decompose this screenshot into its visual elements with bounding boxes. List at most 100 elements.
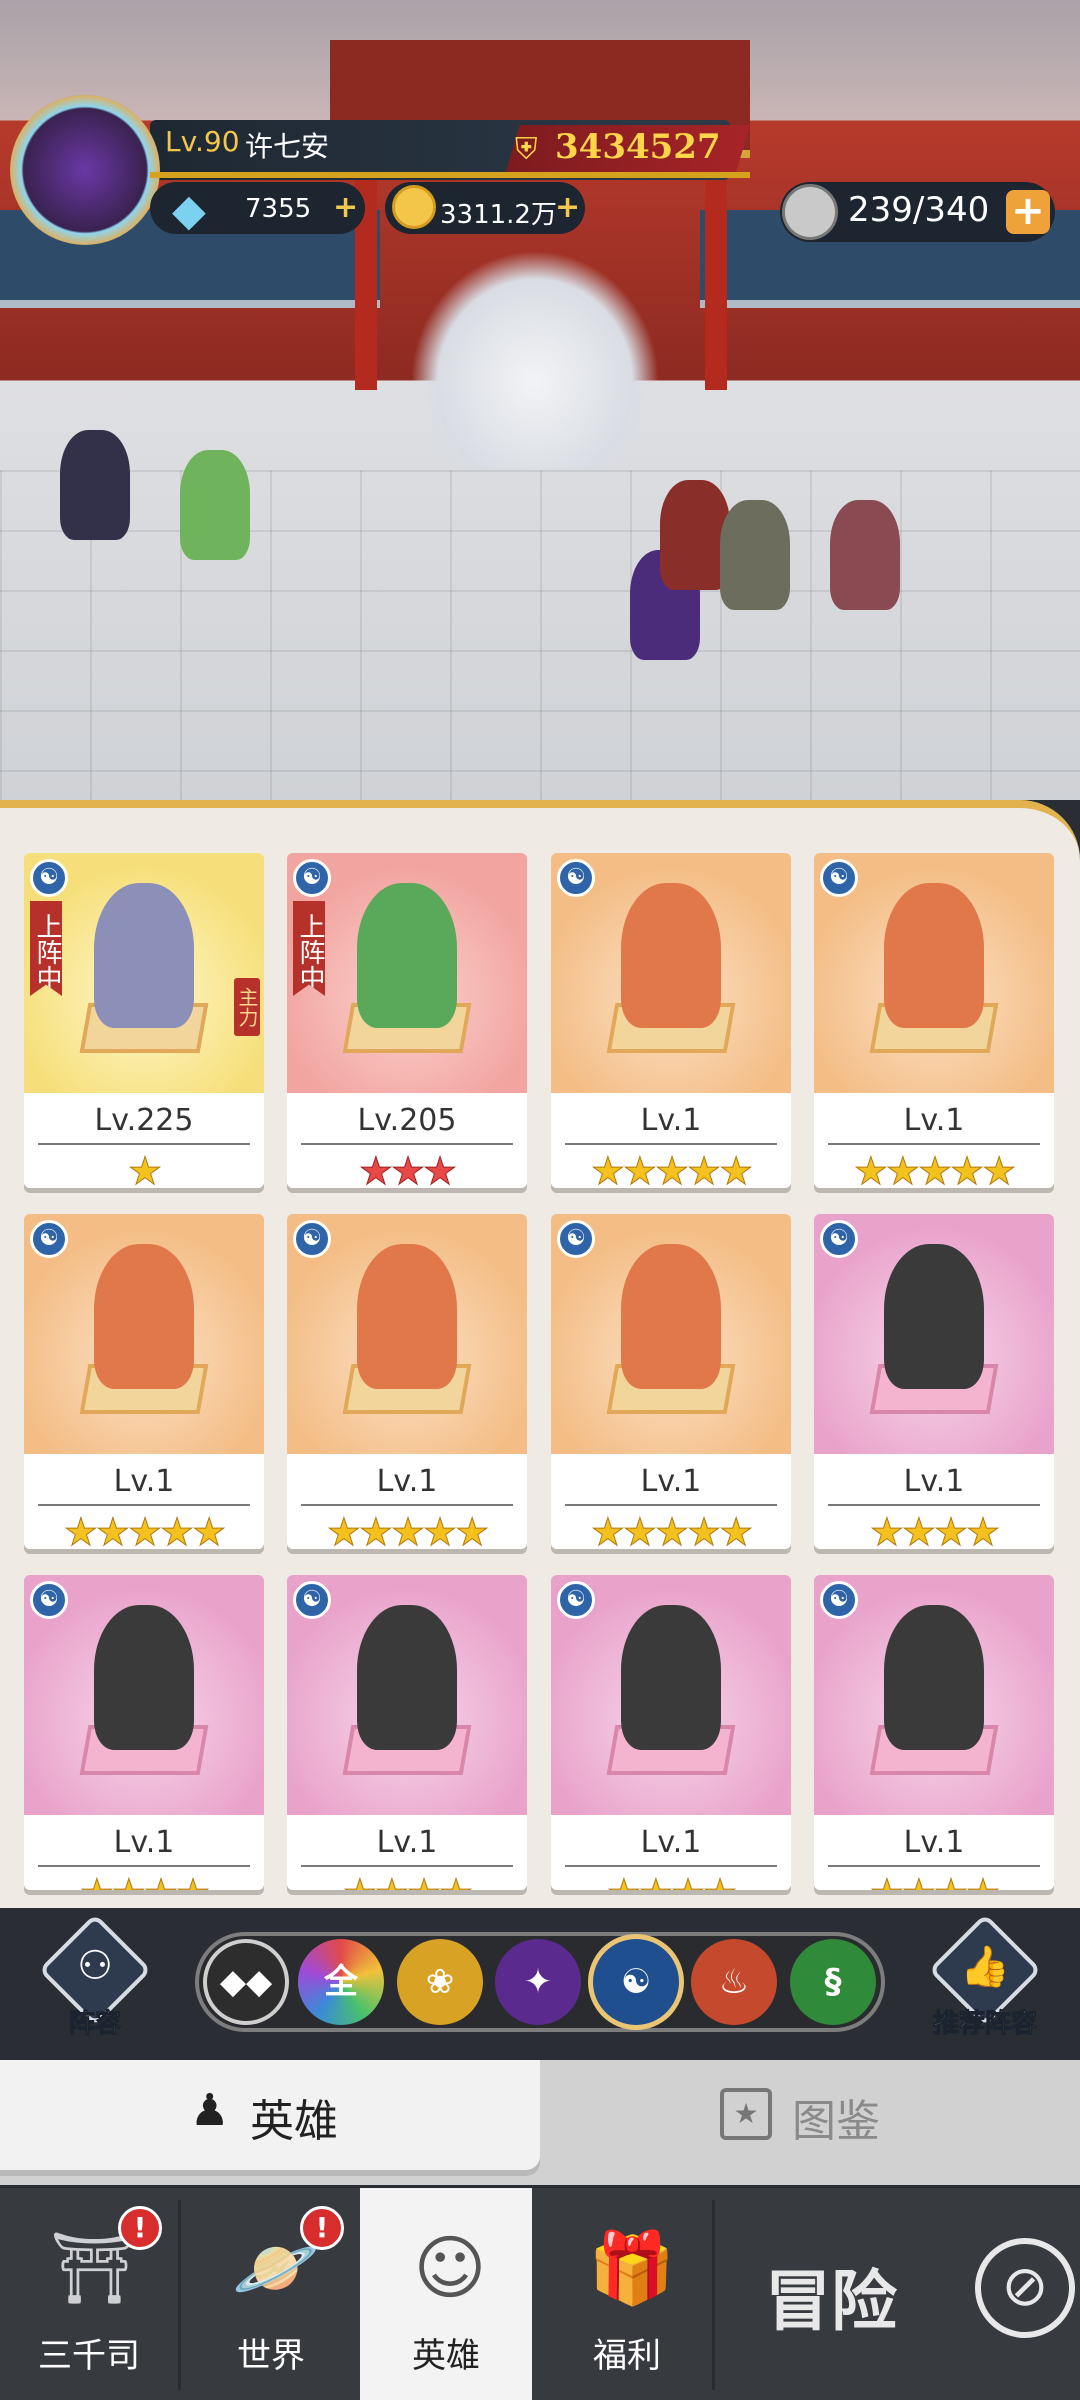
nav-heroes[interactable]: ☺ 英雄 <box>360 2188 532 2400</box>
formation-button[interactable]: ⚇ 阵容 <box>38 1913 152 2040</box>
hero-portrait <box>621 1244 721 1389</box>
hero-card[interactable]: ☯ Lv.1 ★★★★ <box>287 1575 527 1890</box>
nav-world[interactable]: 🪐 ! 世界 <box>182 2188 360 2400</box>
hero-portrait <box>357 883 457 1028</box>
hero-portrait <box>94 1605 194 1750</box>
tab-heroes-label: 英雄 <box>250 2096 338 2147</box>
hero-level: Lv.1 <box>903 1825 965 1860</box>
combat-power: 3434527 <box>555 127 721 167</box>
divider <box>38 1143 250 1145</box>
nav-welfare-label: 福利 <box>593 2336 661 2376</box>
formation-glyph-icon: ⚇ <box>77 1943 113 1989</box>
water-element-icon: ☯ <box>293 1220 331 1258</box>
hero-stars: ★★★★ <box>869 1510 1000 1550</box>
nav-world-label: 世界 <box>237 2336 305 2376</box>
hero-portrait <box>884 883 984 1028</box>
filter-wood-button[interactable]: § <box>790 1939 876 2025</box>
hero-level: Lv.1 <box>903 1464 965 1499</box>
filter-lotus-button[interactable]: ❀ <box>397 1939 483 2025</box>
nav-heroes-label: 英雄 <box>412 2336 480 2376</box>
notification-badge: ! <box>300 2206 344 2250</box>
deployed-ribbon: 上阵中 <box>30 901 62 996</box>
water-element-icon: ☯ <box>557 859 595 897</box>
hero-stars: ★★★★★ <box>63 1510 226 1550</box>
hero-character <box>830 500 900 610</box>
water-swirl-icon: ☯ <box>620 1962 652 2002</box>
recommend-label: 推荐阵容 <box>932 2009 1037 2040</box>
hero-stars: ★★★★ <box>24 1871 264 1891</box>
hero-card[interactable]: ☯ Lv.1 ★★★★★ <box>551 853 791 1188</box>
formation-label: 阵容 <box>68 2009 121 2040</box>
hero-card[interactable]: ☯ Lv.1 ★★★★ <box>551 1575 791 1890</box>
main-force-label: 主力 <box>234 978 260 1036</box>
water-element-icon: ☯ <box>820 1581 858 1619</box>
water-element-icon: ☯ <box>557 1581 595 1619</box>
divider <box>301 1865 513 1867</box>
hero-card[interactable]: ☯ Lv.1 ★★★★★ <box>287 1214 527 1549</box>
hero-level: Lv.1 <box>113 1464 175 1499</box>
dna-icon: § <box>824 1962 842 2002</box>
hero-stars: ★★★★★ <box>590 1510 753 1550</box>
water-element-icon: ☯ <box>293 859 331 897</box>
filter-shadow-button[interactable]: ✦ <box>495 1939 581 2025</box>
hero-portrait <box>357 1244 457 1389</box>
diamond-count: 7355 <box>245 194 312 224</box>
divider <box>301 1143 513 1145</box>
notification-badge: ! <box>118 2206 162 2250</box>
gold-count: 3311.2万 <box>440 200 557 230</box>
nav-adventure-label: 冒险 <box>765 2263 897 2340</box>
filter-earth-button[interactable]: ◆◆ <box>203 1939 289 2025</box>
hero-card[interactable]: ☯ 上阵中 Lv.205 ★★★ <box>287 853 527 1188</box>
add-stamina-button[interactable]: + <box>1006 190 1050 234</box>
tab-codex[interactable]: 图鉴 <box>792 2085 880 2149</box>
filter-fire-button[interactable]: ♨ <box>691 1939 777 2025</box>
divider <box>301 1504 513 1506</box>
water-element-icon: ☯ <box>30 859 68 897</box>
player-avatar[interactable] <box>10 95 160 245</box>
power-shield-icon: ⛨ <box>515 132 538 167</box>
water-element-icon: ☯ <box>557 1220 595 1258</box>
add-gold-button[interactable]: + <box>555 190 580 225</box>
hero-card[interactable]: ☯ 上阵中 主力 Lv.225 ★ <box>24 853 264 1188</box>
filter-water-button[interactable]: ☯ <box>593 1939 679 2025</box>
gold-coin-icon <box>392 185 436 229</box>
filter-all-button[interactable]: 全 <box>298 1939 384 2025</box>
gift-box-icon: 🎁 <box>588 2227 676 2309</box>
palace-icon: ⛩ <box>50 2227 139 2309</box>
divider <box>178 2200 181 2390</box>
earth-element-icon: ◆◆ <box>219 1962 273 2002</box>
water-element-icon: ☯ <box>30 1220 68 1258</box>
fox-statue <box>410 250 660 470</box>
lotus-icon: ❀ <box>425 1962 455 2002</box>
courtyard-floor <box>0 470 1080 800</box>
nav-adventure[interactable]: 冒险 ⊘ <box>715 2188 1080 2400</box>
hero-card[interactable]: ☯ Lv.1 ★★★★ <box>24 1575 264 1890</box>
hero-level: Lv.1 <box>113 1825 175 1860</box>
deployed-ribbon: 上阵中 <box>293 901 325 996</box>
thumbs-up-icon: 👍 <box>960 1944 1010 1990</box>
nav-sanqiansi[interactable]: ⛩ ! 三千司 <box>0 2188 178 2400</box>
water-element-icon: ☯ <box>820 1220 858 1258</box>
filter-all-label: 全 <box>324 1962 358 2002</box>
hero-level: Lv.1 <box>903 1103 965 1138</box>
nav-welfare[interactable]: 🎁 福利 <box>538 2188 716 2400</box>
hero-portrait <box>94 883 194 1028</box>
hero-card[interactable]: ☯ Lv.1 ★★★★★ <box>24 1214 264 1549</box>
hero-card[interactable]: ☯ Lv.1 ★★★★★ <box>551 1214 791 1549</box>
hero-stars: ★★★★ <box>551 1871 791 1891</box>
player-name: 许七安 <box>245 130 330 163</box>
divider <box>565 1504 777 1506</box>
hero-stars: ★★★★★ <box>326 1510 489 1550</box>
hero-stars: ★★★★ <box>287 1871 527 1891</box>
add-diamond-button[interactable]: + <box>333 190 358 225</box>
divider <box>565 1865 777 1867</box>
hero-level: Lv.1 <box>640 1103 702 1138</box>
hero-card[interactable]: ☯ Lv.1 ★★★★ <box>814 1575 1054 1890</box>
shadow-flame-icon: ✦ <box>523 1962 553 2002</box>
recommend-formation-button[interactable]: 👍 推荐阵容 <box>928 1913 1042 2040</box>
ally-character <box>180 450 250 560</box>
hero-stars: ★★★★★ <box>853 1149 1016 1189</box>
hero-card[interactable]: ☯ Lv.1 ★★★★ <box>814 1214 1054 1549</box>
hero-card[interactable]: ☯ Lv.1 ★★★★★ <box>814 853 1054 1188</box>
hero-level: Lv.1 <box>640 1825 702 1860</box>
